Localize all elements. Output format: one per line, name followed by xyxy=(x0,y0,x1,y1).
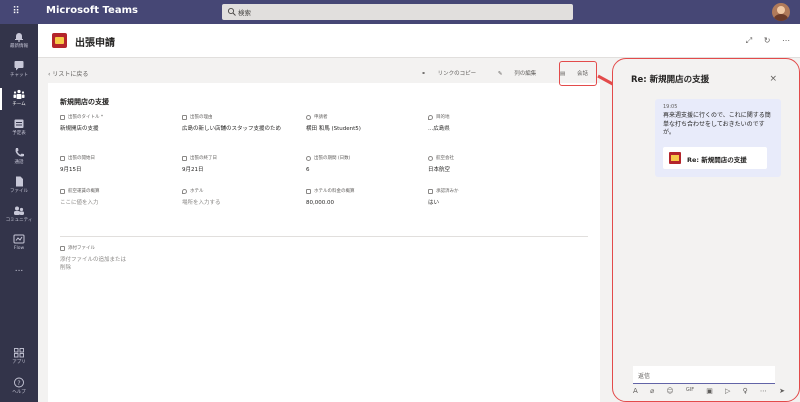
community-icon xyxy=(14,206,24,215)
attach-icon[interactable]: ⌀ xyxy=(650,387,654,397)
app-title: Microsoft Teams xyxy=(46,5,138,16)
rail-item-community[interactable]: コミュニティ xyxy=(0,202,38,228)
rail-item-help[interactable]: ? ヘルプ xyxy=(0,374,38,400)
avatar[interactable] xyxy=(772,3,790,21)
airline-icon xyxy=(428,155,433,161)
format-icon[interactable]: A xyxy=(633,387,638,397)
field-reason[interactable]: 出張の理由 広島の新しい店舗のスタッフ支援のため xyxy=(182,114,300,133)
panel-title: Re: 新規開店の支援 xyxy=(631,75,710,85)
field-requester[interactable]: 申請者 横田 和馬 (Student5) xyxy=(306,114,424,133)
flow-icon xyxy=(13,234,25,244)
edit-columns-button[interactable]: ✎ 列の編集 xyxy=(488,71,536,77)
calendar-icon xyxy=(14,119,24,128)
location-icon xyxy=(428,114,433,120)
message-time: 19:05 xyxy=(663,104,678,110)
rail-item-files[interactable]: ファイル xyxy=(0,173,38,199)
text-field-icon xyxy=(182,114,187,120)
card-title: Re: 新規開店の支援 xyxy=(687,156,747,164)
conversation-panel: Re: 新規開店の支援 × 19:05 再来週支援に行くので、これに関する簡単な… xyxy=(612,58,800,402)
currency-icon xyxy=(60,188,65,194)
person-icon xyxy=(306,114,311,120)
field-hotel[interactable]: ホテル 場所を入力する xyxy=(182,188,300,207)
apps-icon xyxy=(14,348,24,358)
search-icon xyxy=(227,7,236,16)
main-content: ‹ リストに戻る ⚭ リンクのコピー ✎ 列の編集 ▤ 会話 新規開店の支援 出… xyxy=(48,67,600,402)
teams-icon xyxy=(13,89,25,99)
field-end-date[interactable]: 出張の終了日 9月21日 xyxy=(182,155,300,174)
field-approved[interactable]: 承認済みか はい xyxy=(428,188,546,207)
rail-item-teams[interactable]: チーム xyxy=(0,86,38,112)
record-card: 新規開店の支援 出張のタイトル * 新規開店の支援 出張の理由 広島の新しい店舗… xyxy=(48,83,600,402)
location-icon xyxy=(182,188,187,194)
sticker-icon[interactable]: ▣ xyxy=(706,387,713,397)
message-card[interactable]: Re: 新規開店の支援 xyxy=(663,147,767,169)
rail-item-chat[interactable]: チャット xyxy=(0,57,38,83)
field-start-date[interactable]: 出張の開始日 9月15日 xyxy=(60,155,178,174)
list-app-icon xyxy=(669,152,681,164)
emoji-icon[interactable]: ☺ xyxy=(666,387,673,397)
record-title: 新規開店の支援 xyxy=(60,98,109,106)
rail-item-calls[interactable]: 通話 xyxy=(0,144,38,170)
message-text: 再来週支援に行くので、これに関する簡単な打ち合わせをしておきたいのですが。 xyxy=(663,112,771,136)
chevron-left-icon: ‹ xyxy=(48,71,51,78)
link-icon: ⚭ xyxy=(421,71,426,77)
field-attachments[interactable]: 添付ファイル 添付ファイルの追加または削除 xyxy=(60,245,130,272)
copy-link-button[interactable]: ⚭ リンクのコピー xyxy=(411,71,476,77)
paperclip-icon xyxy=(60,245,65,251)
field-destination[interactable]: 目的地 ...広島県 xyxy=(428,114,546,133)
refresh-icon[interactable]: ↻ xyxy=(764,36,771,45)
top-bar: ⠿ Microsoft Teams 検索 xyxy=(0,0,800,24)
field-hotel-estimate[interactable]: ホテルの料金の概算 80,000.00 xyxy=(306,188,424,207)
field-airline[interactable]: 航空会社 日本航空 xyxy=(428,155,546,174)
text-field-icon xyxy=(60,114,65,120)
reply-input[interactable]: 返信 xyxy=(633,366,775,384)
rail-item-apps[interactable]: アプリ xyxy=(0,344,38,370)
phone-icon xyxy=(15,148,24,157)
pencil-icon: ✎ xyxy=(497,71,503,77)
calendar-icon xyxy=(60,155,65,161)
expand-icon[interactable]: ⤢ xyxy=(746,36,752,45)
conversation-highlight xyxy=(559,61,597,86)
bell-icon xyxy=(15,33,23,42)
checkbox-icon xyxy=(428,188,433,194)
search-box[interactable]: 検索 xyxy=(222,4,573,20)
field-title[interactable]: 出張のタイトル * 新規開店の支援 xyxy=(60,114,178,133)
more-icon: ... xyxy=(14,264,24,274)
currency-icon xyxy=(306,188,311,194)
message-bubble[interactable]: 19:05 再来週支援に行くので、これに関する簡単な打ち合わせをしておきたいので… xyxy=(655,99,781,177)
app-header: 出張申請 ⤢ ↻ ⋯ xyxy=(38,24,800,58)
more-options-icon[interactable]: ⋯ xyxy=(760,387,767,397)
divider xyxy=(60,236,588,237)
search-input[interactable]: 検索 xyxy=(238,7,251,17)
rail-item-calendar[interactable]: 予定表 xyxy=(0,115,38,141)
rail-item-activity[interactable]: 最新情報 xyxy=(0,28,38,54)
send-icon[interactable]: ➤ xyxy=(779,387,785,397)
field-duration[interactable]: 出張の期間 (日数) 6 xyxy=(306,155,424,174)
field-airfare-estimate[interactable]: 航空運賃の概算 ここに値を入力 xyxy=(60,188,178,207)
app-launcher-icon[interactable]: ⠿ xyxy=(10,6,22,18)
page-title: 出張申請 xyxy=(75,38,115,49)
list-app-icon xyxy=(52,33,67,48)
file-icon xyxy=(16,176,23,187)
rail-item-more[interactable]: ... xyxy=(0,260,38,286)
app-rail: 最新情報 チャット チーム 予定表 通話 ファイル コミュニティ Flow ..… xyxy=(0,24,38,402)
more-options-icon[interactable]: ⋯ xyxy=(782,36,790,45)
back-to-list-link[interactable]: ‹ リストに戻る xyxy=(48,69,88,78)
compose-toolbar: A ⌀ ☺ GIF ▣ ▷ ♀ ⋯ ➤ xyxy=(633,387,785,397)
clock-icon xyxy=(306,155,311,161)
chat-icon xyxy=(14,61,24,71)
praise-icon[interactable]: ♀ xyxy=(743,387,748,397)
rail-item-flow[interactable]: Flow xyxy=(0,231,38,257)
gif-icon[interactable]: GIF xyxy=(686,387,694,397)
close-icon[interactable]: × xyxy=(769,74,777,84)
svg-text:?: ? xyxy=(17,380,20,387)
calendar-icon xyxy=(182,155,187,161)
meet-icon[interactable]: ▷ xyxy=(725,387,730,397)
help-icon: ? xyxy=(14,377,24,388)
